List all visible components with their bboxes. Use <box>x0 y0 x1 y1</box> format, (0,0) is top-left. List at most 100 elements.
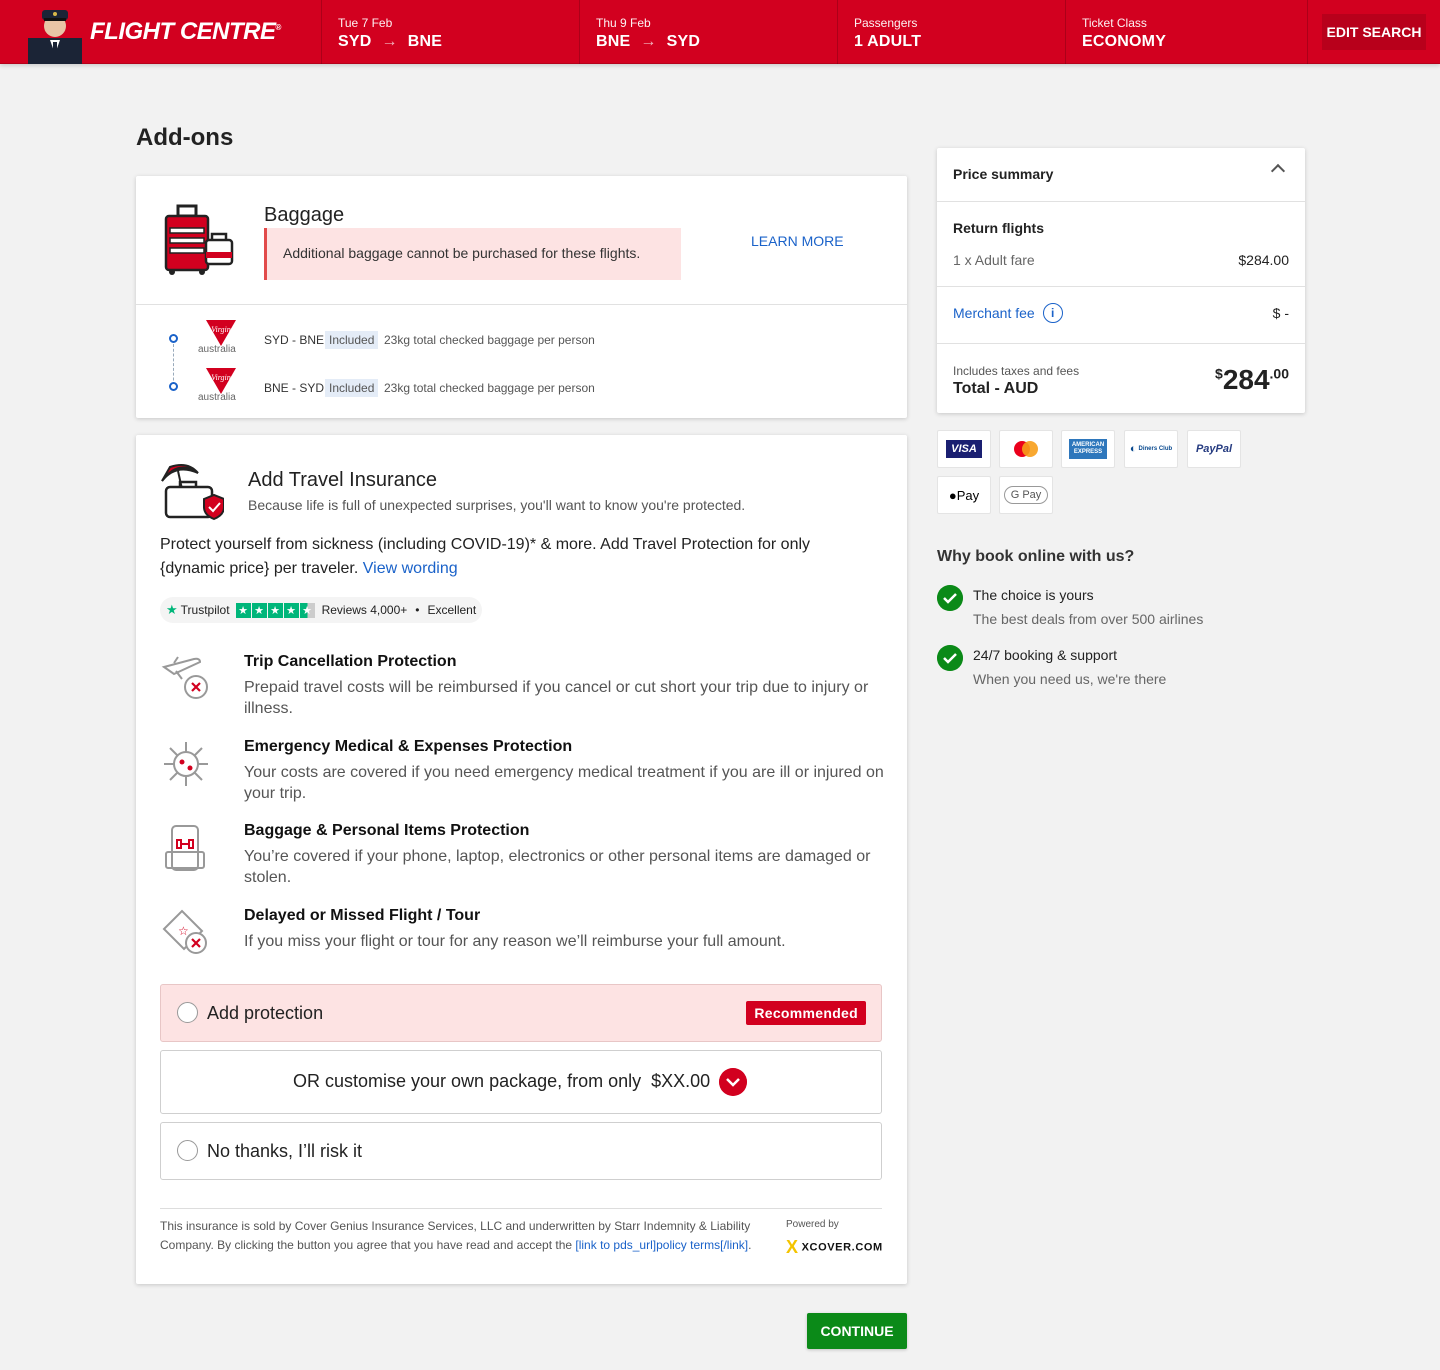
total-price: $284.00 <box>1215 364 1289 395</box>
no-protection-label: No thanks, I’ll risk it <box>207 1141 363 1161</box>
why-item-title: The choice is yours <box>973 587 1094 603</box>
price-summary-title: Price summary <box>953 166 1054 182</box>
feature-desc: Your costs are covered if you need emerg… <box>244 764 884 802</box>
feature-desc: Prepaid travel costs will be reimbursed … <box>244 679 869 717</box>
policy-terms-link[interactable]: [link to pds_url]policy terms[/link] <box>575 1238 748 1252</box>
baggage-title: Baggage <box>264 204 345 226</box>
total-section: Includes taxes and fees Total - AUD $284… <box>937 344 1305 413</box>
passengers-value: 1 ADULT <box>854 33 922 50</box>
learn-more-link[interactable]: LEARN MORE <box>751 233 844 249</box>
ticket-class-summary[interactable]: Ticket Class ECONOMY <box>1066 0 1308 64</box>
inbound-from: BNE <box>596 33 631 50</box>
feature-title: Delayed or Missed Flight / Tour <box>244 907 481 924</box>
return-flights-label: Return flights <box>953 220 1044 236</box>
leg-route: SYD - BNE <box>264 333 325 347</box>
add-protection-option[interactable]: Add protection Recommended <box>160 984 882 1042</box>
outbound-flight[interactable]: Tue 7 Feb SYD → BNE <box>322 0 580 64</box>
leg-baggage-desc: 23kg total checked baggage per person <box>384 381 595 395</box>
return-flights-section: Return flights 1 x Adult fare $284.00 <box>937 202 1305 287</box>
merchant-fee-value: $ - <box>1272 305 1289 321</box>
why-item-title: 24/7 booking & support <box>973 647 1117 663</box>
powered-by-label: Powered by <box>786 1219 839 1230</box>
customise-package-label: OR customise your own package, from only… <box>293 1071 711 1091</box>
info-icon[interactable]: i <box>1042 303 1063 323</box>
leg-route: BNE - SYD <box>264 381 325 395</box>
baggage-leg: Virgin australia BNE - SYD Included 23kg… <box>136 368 907 408</box>
plane-cancel-icon <box>161 656 208 699</box>
arrow-right-icon: → <box>381 33 398 50</box>
svg-text:Virgin: Virgin <box>211 325 231 334</box>
baggage-leg: Virgin australia SYD - BNE Included 23kg… <box>136 320 907 360</box>
insurance-card: Add Travel Insurance Because life is ful… <box>136 435 907 1284</box>
virgin-australia-logo: Virgin australia <box>198 318 242 362</box>
trustpilot-rating: Excellent <box>427 603 477 617</box>
visa-icon: VISA <box>937 430 991 468</box>
inbound-date: Thu 9 Feb <box>596 16 651 30</box>
virus-medical-icon <box>164 742 208 786</box>
passengers-label: Passengers <box>854 16 918 30</box>
apple-pay-icon: ● Pay <box>937 476 991 514</box>
price-summary-header[interactable]: Price summary <box>937 148 1305 202</box>
svg-text:Virgin: Virgin <box>211 373 231 382</box>
insurance-description: Protect yourself from sickness (includin… <box>160 536 811 577</box>
xcover-x-icon: X <box>786 1237 799 1257</box>
page-title: Add-ons <box>136 124 234 151</box>
trustpilot-reviews: Reviews 4,000+ <box>321 603 408 617</box>
insurance-legal-text: This insurance is sold by Cover Genius I… <box>160 1219 752 1252</box>
google-pay-icon: G Pay <box>999 476 1053 514</box>
edit-search-button[interactable]: EDIT SEARCH <box>1322 14 1426 50</box>
chevron-up-icon[interactable] <box>1270 163 1286 179</box>
inbound-to: SYD <box>666 33 701 50</box>
passengers-summary[interactable]: Passengers 1 ADULT <box>838 0 1066 64</box>
xcover-logo: Powered by X XCOVER.COM <box>786 1219 886 1263</box>
no-protection-radio[interactable] <box>177 1140 198 1161</box>
no-protection-option[interactable]: No thanks, I’ll risk it <box>160 1122 882 1180</box>
continue-button[interactable]: CONTINUE <box>807 1313 907 1349</box>
recommended-badge: Recommended <box>746 1001 866 1025</box>
leg-baggage-desc: 23kg total checked baggage per person <box>384 333 595 347</box>
route-dot-icon <box>169 382 178 391</box>
outbound-from: SYD <box>338 33 372 50</box>
ticket-cancel-icon: ☆ <box>162 909 207 954</box>
insurance-title: Add Travel Insurance <box>248 469 437 491</box>
why-item-desc: The best deals from over 500 airlines <box>973 611 1204 627</box>
umbrella-suitcase-icon <box>161 464 224 521</box>
view-wording-link[interactable]: View wording <box>363 560 458 577</box>
inbound-flight[interactable]: Thu 9 Feb BNE → SYD <box>580 0 838 64</box>
adult-fare-value: $284.00 <box>1238 252 1289 268</box>
merchant-fee-link[interactable]: Merchant fee i <box>953 303 1063 323</box>
included-badge: Included <box>325 379 379 397</box>
adult-fare-label: 1 x Adult fare <box>953 252 1035 268</box>
trustpilot-rating-stars: ★ ★ ★ ★ ★ <box>235 602 316 618</box>
feature-desc: You’re covered if your phone, laptop, el… <box>244 848 871 886</box>
feature-title: Trip Cancellation Protection <box>244 653 457 670</box>
brand-area[interactable]: FLIGHT CENTRE® <box>0 0 322 64</box>
trustpilot-badge[interactable]: ★ Trustpilot ★ ★ ★ ★ ★ Reviews 4,000+ • Exce… <box>160 597 483 623</box>
divider <box>160 1208 882 1209</box>
customise-package-option[interactable]: OR customise your own package, from only… <box>160 1050 882 1114</box>
total-label: Total - AUD <box>953 380 1039 397</box>
svg-text:☆: ☆ <box>178 924 189 938</box>
amex-icon: AMERICAN EXPRESS <box>1061 430 1115 468</box>
chevron-down-icon[interactable] <box>719 1068 747 1096</box>
pilot-avatar <box>28 10 82 64</box>
brand-logo: FLIGHT CENTRE® <box>90 18 281 45</box>
feature-desc: If you miss your flight or tour for any … <box>244 933 786 950</box>
add-protection-radio[interactable] <box>177 1002 198 1023</box>
check-circle-icon <box>937 585 963 611</box>
ticket-class-value: ECONOMY <box>1082 33 1167 50</box>
feature-title: Emergency Medical & Expenses Protection <box>244 738 573 755</box>
add-protection-label: Add protection <box>207 1003 324 1023</box>
includes-taxes-label: Includes taxes and fees <box>953 364 1080 378</box>
outbound-to: BNE <box>407 33 443 50</box>
mastercard-icon <box>999 430 1053 468</box>
baggage-alert: Additional baggage cannot be purchased f… <box>264 228 681 280</box>
insurance-subtitle: Because life is full of unexpected surpr… <box>248 497 746 513</box>
included-badge: Included <box>325 331 379 349</box>
outbound-date: Tue 7 Feb <box>338 16 393 30</box>
feature-title: Baggage & Personal Items Protection <box>244 822 530 839</box>
merchant-fee-section: Merchant fee i $ - <box>937 287 1305 344</box>
ticket-class-label: Ticket Class <box>1082 16 1147 30</box>
why-item-desc: When you need us, we're there <box>973 671 1167 687</box>
top-header: FLIGHT CENTRE® Tue 7 Feb SYD → BNE Thu 9 F… <box>0 0 1440 64</box>
